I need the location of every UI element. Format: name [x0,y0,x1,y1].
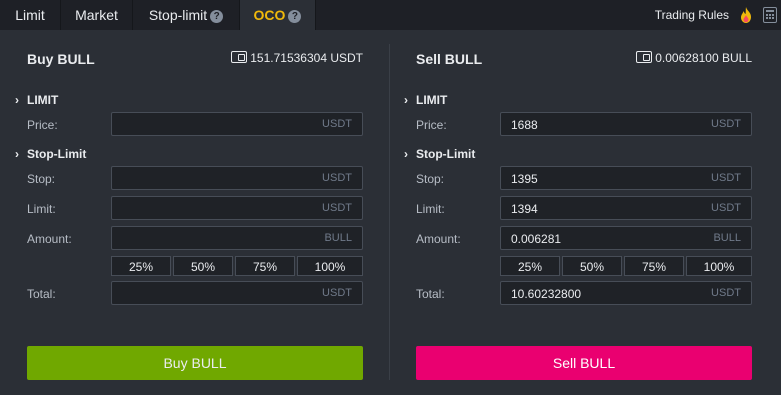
sell-price-unit: USDT [711,118,741,130]
buy-section-limit-label: LIMIT [27,93,59,107]
tab-market[interactable]: Market [61,0,133,30]
sell-percent-100-button[interactable]: 100% [686,256,752,276]
buy-total-input[interactable]: USDT [111,281,363,305]
sell-total-input[interactable]: 10.60232800 USDT [500,281,752,305]
buy-price-label: Price: [27,118,58,132]
tab-stop-limit-label: Stop-limit [148,7,208,23]
sell-price-input[interactable]: 1688 USDT [500,112,752,136]
buy-limit-input[interactable]: USDT [111,196,363,220]
help-icon[interactable]: ? [288,10,302,23]
buy-percent-100-button[interactable]: 100% [297,256,363,276]
fire-icon [741,7,751,23]
buy-percent-buttons: 25% 50% 75% 100% [111,256,363,276]
sell-percent-25-button[interactable]: 25% [500,256,560,276]
sell-total-label: Total: [416,287,445,301]
sell-amount-label: Amount: [416,232,461,246]
tab-limit[interactable]: Limit [0,0,61,30]
help-icon[interactable]: ? [210,10,224,23]
sell-limit-value: 1394 [511,202,538,216]
sell-panel: Sell BULL 0.00628100 BULL › LIMIT Price: … [404,30,752,395]
tab-market-label: Market [75,7,118,23]
sell-percent-50-button[interactable]: 50% [562,256,622,276]
buy-section-limit[interactable]: › LIMIT [15,93,58,107]
tab-limit-label: Limit [15,7,45,23]
calculator-icon[interactable] [763,7,777,23]
panel-divider [389,44,390,380]
sell-stop-value: 1395 [511,172,538,186]
tab-oco[interactable]: OCO? [240,0,316,30]
sell-limit-label: Limit: [416,202,445,216]
buy-price-input[interactable]: USDT [111,112,363,136]
sell-stop-input[interactable]: 1395 USDT [500,166,752,190]
buy-stop-input[interactable]: USDT [111,166,363,190]
sell-total-value: 10.60232800 [511,287,582,301]
wallet-icon [231,51,248,63]
buy-limit-unit: USDT [322,202,352,214]
buy-section-stop-limit-label: Stop-Limit [27,147,87,161]
chevron-right-icon: › [15,147,19,161]
buy-section-stop-limit[interactable]: › Stop-Limit [15,147,86,161]
buy-balance: 151.71536304 USDT [231,51,363,65]
sell-amount-value: 0.006281 [511,232,562,246]
sell-amount-input[interactable]: 0.006281 BULL [500,226,752,250]
buy-amount-label: Amount: [27,232,72,246]
sell-section-stop-limit-label: Stop-Limit [416,147,476,161]
buy-stop-unit: USDT [322,172,352,184]
sell-stop-unit: USDT [711,172,741,184]
chevron-right-icon: › [15,93,19,107]
sell-section-stop-limit[interactable]: › Stop-Limit [404,147,475,161]
buy-stop-label: Stop: [27,172,56,186]
buy-balance-value: 151.71536304 USDT [250,51,363,65]
sell-amount-unit: BULL [713,232,741,244]
chevron-right-icon: › [404,93,408,107]
sell-section-limit-label: LIMIT [416,93,448,107]
buy-total-unit: USDT [322,287,352,299]
sell-total-unit: USDT [711,287,741,299]
sell-percent-75-button[interactable]: 75% [624,256,684,276]
sell-balance: 0.00628100 BULL [636,51,752,65]
wallet-icon [636,51,653,63]
buy-total-label: Total: [27,287,56,301]
buy-percent-75-button[interactable]: 75% [235,256,295,276]
buy-limit-label: Limit: [27,202,56,216]
sell-limit-input[interactable]: 1394 USDT [500,196,752,220]
buy-title: Buy BULL [27,51,95,67]
sell-limit-unit: USDT [711,202,741,214]
tab-stop-limit[interactable]: Stop-limit? [133,0,240,30]
trading-rules-link[interactable]: Trading Rules [655,0,729,30]
buy-percent-50-button[interactable]: 50% [173,256,233,276]
sell-price-value: 1688 [511,118,538,132]
buy-price-unit: USDT [322,118,352,130]
sell-balance-value: 0.00628100 BULL [655,51,752,65]
sell-percent-buttons: 25% 50% 75% 100% [500,256,752,276]
chevron-right-icon: › [404,147,408,161]
sell-stop-label: Stop: [416,172,445,186]
buy-amount-input[interactable]: BULL [111,226,363,250]
buy-button[interactable]: Buy BULL [27,346,363,380]
buy-percent-25-button[interactable]: 25% [111,256,171,276]
buy-amount-unit: BULL [324,232,352,244]
sell-title: Sell BULL [416,51,483,67]
buy-panel: Buy BULL 151.71536304 USDT › LIMIT Price:… [15,30,363,395]
sell-price-label: Price: [416,118,447,132]
sell-button[interactable]: Sell BULL [416,346,752,380]
order-type-tabs: Limit Market Stop-limit? OCO? Trading Ru… [0,0,781,30]
sell-section-limit[interactable]: › LIMIT [404,93,447,107]
tab-oco-label: OCO [253,7,286,23]
